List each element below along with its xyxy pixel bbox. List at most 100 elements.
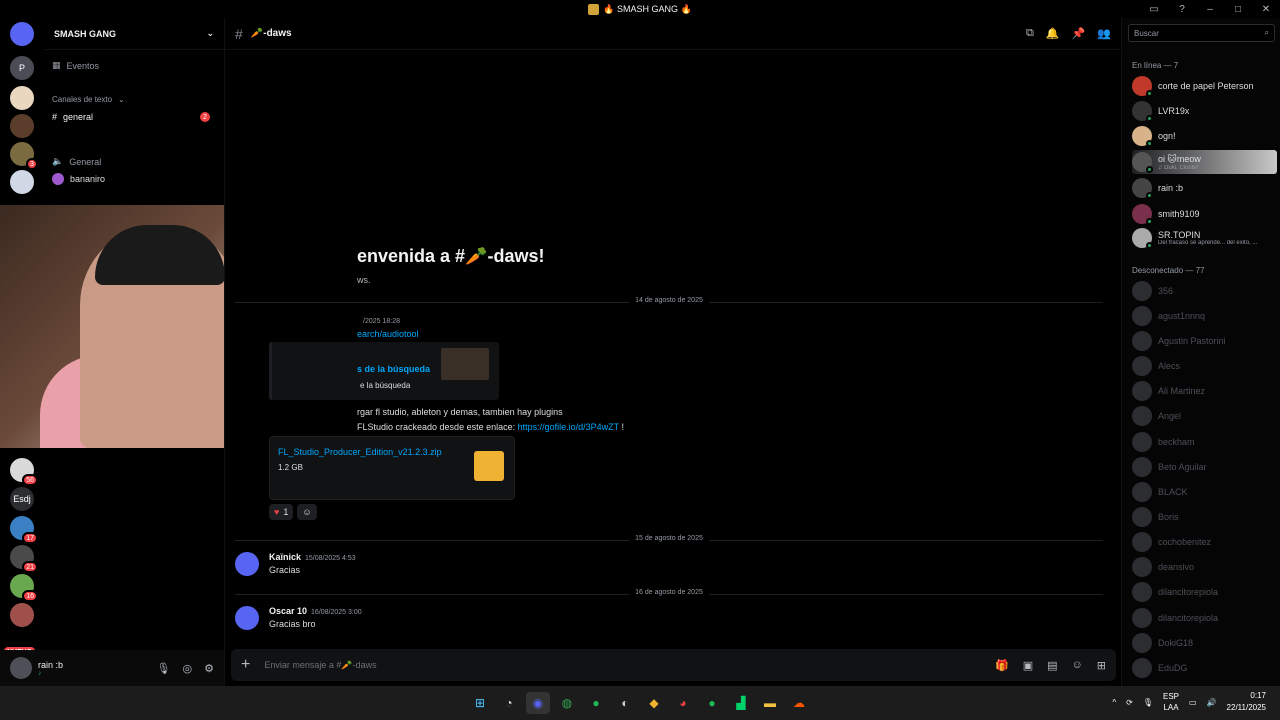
app-icon-2[interactable]: ◆ <box>642 692 666 714</box>
member-item[interactable]: agust1nnnq <box>1132 306 1277 326</box>
sticker-icon[interactable]: ▤ <box>1047 659 1057 672</box>
member-item[interactable]: ogn! <box>1132 126 1277 147</box>
member-item[interactable]: deansivo <box>1132 557 1277 577</box>
volume-icon[interactable]: 🔊 <box>1207 698 1217 707</box>
threads-icon[interactable]: ⧉ <box>1026 27 1034 40</box>
steam-icon[interactable]: ◐ <box>613 692 637 714</box>
server-icon-2[interactable] <box>10 114 34 138</box>
voice-user-bananiro[interactable]: bananiro <box>52 173 105 185</box>
maximize-button[interactable]: □ <box>1224 0 1252 18</box>
member-item[interactable]: Angel <box>1132 406 1277 426</box>
clock[interactable]: 0:17 22/11/2025 <box>1227 690 1266 714</box>
inbox-icon[interactable]: ▭ <box>1140 0 1168 18</box>
spotify-icon[interactable]: ● <box>584 692 608 714</box>
member-item[interactable]: Alecs <box>1132 356 1277 376</box>
apps-icon[interactable]: ⊞ <box>1097 659 1106 672</box>
member-item[interactable]: smith9109 <box>1132 204 1277 225</box>
avatar[interactable] <box>235 552 259 576</box>
headphones-icon[interactable]: ◎ <box>183 662 193 675</box>
help-icon[interactable]: ? <box>1168 0 1196 18</box>
language-indicator[interactable]: ESP LAA <box>1163 691 1179 713</box>
member-item[interactable]: oi 🐱meow ♫ Duki, Cluster <box>1132 150 1277 174</box>
server-icon-4[interactable] <box>10 170 34 194</box>
server-icon-3[interactable]: 3 <box>10 142 38 170</box>
file-attachment[interactable]: FL_Studio_Producer_Edition_v21.2.3.zip 1… <box>269 436 515 500</box>
server-icon-text[interactable]: Esdj <box>10 487 34 511</box>
member-item[interactable]: Boris <box>1132 507 1277 527</box>
member-item[interactable]: Beto Aguilar <box>1132 457 1277 477</box>
server-icon-9[interactable] <box>10 603 34 627</box>
reaction-heart[interactable]: ♥ 1 <box>269 504 294 520</box>
app-icon-3[interactable]: ◕ <box>671 692 695 714</box>
avatar[interactable] <box>10 657 32 679</box>
display-icon[interactable]: ▭ <box>1189 698 1197 707</box>
members-icon[interactable]: 👥 <box>1097 27 1111 40</box>
embed-title[interactable]: s de la búsqueda <box>357 364 430 374</box>
add-reaction-button[interactable]: ☺ <box>297 504 317 520</box>
attachment-name[interactable]: FL_Studio_Producer_Edition_v21.2.3.zip <box>278 447 442 457</box>
member-item[interactable]: Agustin Pastorini <box>1132 331 1277 351</box>
server-icon-1[interactable] <box>10 86 34 110</box>
server-badge: 17 <box>22 532 38 544</box>
sidebar-item-voice-general[interactable]: 🔈 General <box>52 156 101 167</box>
sidebar-item-general[interactable]: # general 2 <box>52 112 216 122</box>
member-item[interactable]: SR.TOPIN Del fracaso se aprende... del ex… <box>1132 228 1277 249</box>
sidebar-item-events[interactable]: ▦ Eventos <box>52 60 99 71</box>
member-item[interactable]: EduDG <box>1132 658 1277 678</box>
mic-tray-icon[interactable]: 🎙 <box>1143 698 1153 707</box>
message-link[interactable]: earch/audiotool <box>357 329 419 339</box>
avatar <box>1132 633 1152 653</box>
app-icon-4[interactable]: ▟ <box>729 692 753 714</box>
message-author[interactable]: Oscar 10 <box>269 606 307 616</box>
pin-icon[interactable]: 📌 <box>1072 27 1086 40</box>
chevron-up-icon[interactable]: ^ <box>1112 698 1116 707</box>
message-input[interactable]: Enviar mensaje a #🥕-daws <box>264 660 376 671</box>
close-button[interactable]: ✕ <box>1252 0 1280 18</box>
server-icon-6[interactable]: 17 <box>10 516 38 544</box>
avatar[interactable] <box>235 606 259 630</box>
gif-icon[interactable]: ▣ <box>1023 659 1033 672</box>
plus-icon[interactable]: + <box>241 656 250 674</box>
server-icon-p[interactable]: P <box>10 56 34 80</box>
server-header[interactable]: SMASH GANG ⌄ <box>44 18 224 50</box>
start-icon[interactable]: ⊞ <box>468 692 492 714</box>
member-item[interactable]: 356 <box>1132 281 1277 301</box>
member-item[interactable]: DokiG18 <box>1132 633 1277 653</box>
member-item[interactable]: LVR19x <box>1132 101 1277 122</box>
member-item[interactable]: dilancitorepiola <box>1132 608 1277 628</box>
bell-icon[interactable]: 🔔 <box>1046 27 1060 40</box>
spotify-icon-2[interactable]: ● <box>700 692 724 714</box>
gift-icon[interactable]: 🎁 <box>995 659 1009 672</box>
server-icon-7[interactable]: 21 <box>10 545 38 573</box>
member-name: rain :b <box>1158 183 1184 193</box>
app-icon-1[interactable]: ◔ <box>497 692 521 714</box>
soundcloud-icon[interactable]: ☁ <box>787 692 811 714</box>
member-item[interactable]: beckham <box>1132 432 1277 452</box>
member-item[interactable]: corte de papel Peterson <box>1132 76 1277 97</box>
category-text-channels[interactable]: Canales de texto ⌄ <box>52 95 125 104</box>
taskbar: ⊞ ◔ ◉ ◍ ● ◐ ◆ ◕ ● ▟ ▬ ☁ ^ ⟳ 🎙 ESP LAA ▭ … <box>0 686 1280 720</box>
sync-icon[interactable]: ⟳ <box>1126 698 1133 707</box>
discord-icon[interactable]: ◉ <box>526 692 550 714</box>
member-item[interactable]: Ali Martinez <box>1132 381 1277 401</box>
member-item[interactable]: cochobenitez <box>1132 532 1277 552</box>
message-author[interactable]: Kaïnick <box>269 552 301 562</box>
member-item[interactable]: rain :b <box>1132 178 1277 199</box>
server-icon-8[interactable]: 16 <box>10 574 38 602</box>
date-divider-label: 15 de agosto de 2025 <box>629 535 709 542</box>
microphone-icon[interactable]: 🎙 <box>157 662 171 675</box>
minimize-button[interactable]: – <box>1196 0 1224 18</box>
download-link[interactable]: https://gofile.io/d/3P4wZT <box>518 422 619 432</box>
chrome-icon[interactable]: ◍ <box>555 692 579 714</box>
folder-icon[interactable]: ▬ <box>758 692 782 714</box>
gear-icon[interactable]: ⚙ <box>204 662 214 675</box>
member-name: BLACK <box>1158 487 1188 497</box>
emoji-icon[interactable]: ☺ <box>1072 659 1083 672</box>
member-item[interactable]: BLACK <box>1132 482 1277 502</box>
search-input[interactable]: Buscar ⌕ <box>1128 24 1275 42</box>
member-name: smith9109 <box>1158 209 1200 219</box>
server-icon-5[interactable]: 56 <box>10 458 38 486</box>
server-icon-home[interactable] <box>10 22 34 46</box>
heart-icon: ♥ <box>274 507 280 517</box>
member-item[interactable]: dilancitorepiola <box>1132 582 1277 602</box>
